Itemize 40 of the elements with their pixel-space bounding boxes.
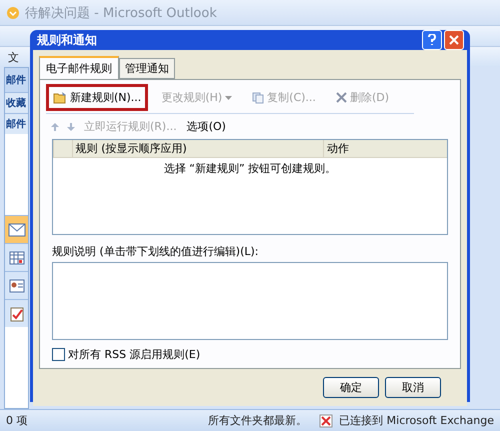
- contacts-nav-button[interactable]: [5, 271, 28, 299]
- close-icon: [449, 35, 459, 45]
- help-icon: [427, 34, 437, 46]
- tab[interactable]: 电子邮件规则: [39, 56, 119, 79]
- tasks-nav-button[interactable]: [5, 299, 28, 327]
- toolbar-button[interactable]: 选项(O): [184, 117, 228, 136]
- connection-status: 已连接到 Microsoft Exchange: [338, 413, 495, 428]
- contact-card-icon: [8, 278, 24, 292]
- envelope-icon: [8, 222, 26, 236]
- outlook-logo: [6, 6, 20, 20]
- pane-section[interactable]: 收藏: [5, 92, 28, 113]
- dialog-title: 规则和通知: [37, 32, 97, 48]
- checklist-icon: [8, 306, 24, 322]
- folder-icon: [53, 92, 67, 104]
- pane-header: 邮件: [5, 68, 28, 92]
- tab[interactable]: 管理通知: [119, 58, 175, 79]
- mail-nav-button[interactable]: [5, 215, 28, 243]
- column-header[interactable]: 动作: [322, 140, 447, 157]
- checkbox-label: 对所有 RSS 源启用规则(E): [68, 347, 200, 362]
- copy-icon: [252, 92, 264, 104]
- toolbar-button[interactable]: 新建规则(N)...: [46, 84, 148, 111]
- calendar-icon: [8, 250, 24, 264]
- calendar-nav-button[interactable]: [5, 243, 28, 271]
- caret-icon: [225, 96, 232, 100]
- column-header[interactable]: 规则 (按显示顺序应用): [72, 140, 323, 157]
- dialog-button[interactable]: 确定: [323, 377, 379, 398]
- help-button[interactable]: [422, 30, 442, 50]
- close-icon: [336, 92, 347, 103]
- connection-icon: [319, 414, 334, 428]
- menu-label[interactable]: 文: [8, 50, 19, 64]
- sync-status: 所有文件夹都最新。: [207, 413, 308, 428]
- empty-message: 选择 “新建规则” 按钮可创建规则。: [162, 161, 338, 176]
- close-button[interactable]: [444, 30, 464, 50]
- item-count: 0 项: [5, 413, 28, 428]
- window-title: 待解决问题 - Microsoft Outlook: [25, 4, 217, 22]
- dialog-button[interactable]: 取消: [385, 377, 441, 398]
- checkbox[interactable]: [52, 348, 65, 361]
- field-label: 规则说明 (单击带下划线的值进行编辑)(L):: [52, 244, 260, 259]
- pane-section[interactable]: 邮件: [5, 113, 28, 134]
- description-box[interactable]: [52, 262, 448, 340]
